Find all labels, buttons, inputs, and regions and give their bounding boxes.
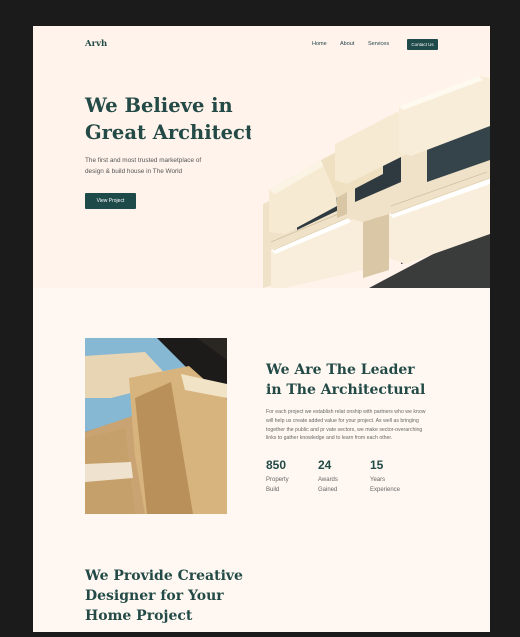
stat-number: 850 [266,458,287,472]
landing-page: Arvh Home About Services Contact Us We B… [33,26,490,632]
nav-home-link[interactable]: Home [312,41,327,47]
nav-about-link[interactable]: About [340,41,354,47]
about-desc-line-1: For each project we establish relat onsh… [266,409,426,415]
stat-property-build: 850 Property Build [266,458,310,495]
stat-number: 15 [370,458,384,472]
stat-label-line-2: Gained [318,486,338,493]
hero-subtitle: The first and most trusted marketplace o… [85,155,235,177]
hero-title-line-1: We Believe in [85,94,233,117]
stat-label-line-1: Property [266,477,289,483]
nav-services-link[interactable]: Services [368,41,389,47]
stat-label-line-2: Build [266,486,280,493]
about-title-line-2: in The Architectural [266,382,426,398]
services-title-line-2: Designer for Your [85,588,224,604]
services-title: We Provide Creative Designer for Your Ho… [85,566,275,626]
stat-label-line-2: Experience [370,486,401,493]
hero-building-image [251,74,490,288]
about-description: For each project we establish relat onsh… [266,408,444,443]
brand-logo[interactable]: Arvh [85,39,107,49]
about-desc-line-3: together the public and pr vate sectors,… [266,426,423,433]
about-desc-line-4: links to gather knowledge and to learn f… [266,435,393,442]
about-title-line-1: We Are The Leader [266,362,415,378]
contact-us-button[interactable]: Contact Us [407,39,438,50]
stat-label-line-1: Years [370,477,386,483]
hero-section: Arvh Home About Services Contact Us We B… [33,26,490,288]
services-title-line-3: Home Project [85,608,193,624]
stat-label-line-1: Awards [318,477,338,483]
stat-awards-gained: 24 Awards Gained [318,458,362,495]
about-title: We Are The Leader in The Architectural [266,360,476,400]
hero-subtitle-line-1: The first and most trusted marketplace o… [85,157,202,164]
stat-number: 24 [318,458,332,472]
view-project-button[interactable]: View Project [85,193,136,209]
stat-years-experience: 15 Years Experience [370,458,414,495]
about-architecture-image [85,338,227,514]
about-desc-line-2: will help us create added value for your… [266,417,419,424]
services-title-line-1: We Provide Creative [85,568,243,584]
hero-subtitle-line-2: design & build house in The World [85,168,183,175]
